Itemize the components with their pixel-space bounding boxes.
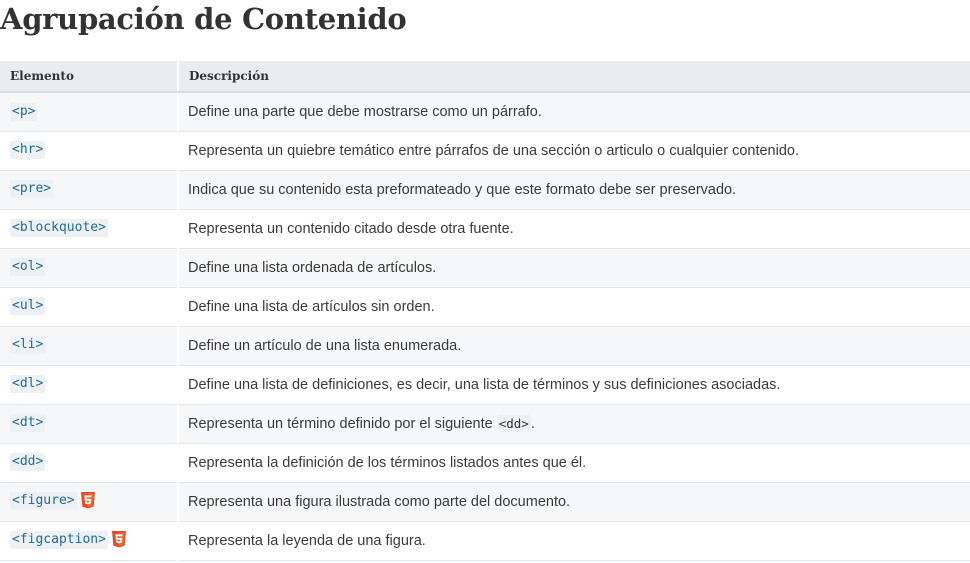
table-row: <hr> Representa un quiebre temático entr… (0, 131, 970, 171)
description-text: Representa un término definido por el si… (188, 416, 497, 432)
element-cell: <pre> (0, 170, 179, 210)
table-row: <p> Define una parte que debe mostrarse … (0, 92, 970, 132)
description-cell: Representa un contenido citado desde otr… (178, 209, 970, 249)
element-cell: <ol> (0, 248, 179, 288)
element-tag: <dt> (10, 414, 46, 433)
description-cell: Representa la leyenda de una figura. (178, 521, 970, 561)
description-cell: Define una lista ordenada de artículos. (178, 248, 970, 288)
element-cell: <dd> (0, 443, 179, 483)
element-tag: <figcaption> (10, 531, 108, 550)
table-row: <ol> Define una lista ordenada de artícu… (0, 248, 970, 288)
description-cell: Define una parte que debe mostrarse como… (178, 92, 970, 132)
table-row: <dt> Representa un término definido por … (0, 404, 970, 444)
element-cell: <blockquote> (0, 209, 179, 249)
element-tag: <dl> (10, 375, 46, 394)
element-cell: <ul> (0, 287, 179, 327)
element-tag: <dd> (10, 453, 46, 472)
element-cell: <figcaption> (0, 521, 179, 561)
column-header-element: Elemento (0, 61, 179, 93)
element-tag: <li> (10, 336, 46, 355)
description-cell: Define un artículo de una lista enumerad… (178, 326, 970, 366)
description-text-end: . (530, 416, 535, 432)
description-cell: Representa la definición de los términos… (178, 443, 970, 483)
element-tag: <p> (10, 102, 38, 121)
table-row: <blockquote> Representa un contenido cit… (0, 209, 970, 249)
page-title: Agrupación de Contenido (0, 2, 407, 36)
element-tag: <hr> (10, 141, 46, 160)
element-tag: <blockquote> (10, 219, 108, 238)
table-row: <ul> Define una lista de artículos sin o… (0, 287, 970, 327)
description-cell: Representa un quiebre temático entre pár… (178, 131, 970, 171)
table-row: <figcaption> Representa la leyenda de un… (0, 521, 970, 561)
element-cell: <dl> (0, 365, 179, 405)
table-row: <figure> Representa una figura ilustrada… (0, 482, 970, 522)
element-tag: <ol> (10, 258, 46, 277)
element-cell: <p> (0, 92, 179, 132)
description-cell: Representa una figura ilustrada como par… (178, 482, 970, 522)
description-cell: Indica que su contenido esta preformatea… (178, 170, 970, 210)
html5-icon (111, 530, 126, 548)
table-row: <li> Define un artículo de una lista enu… (0, 326, 970, 366)
element-tag: <figure> (10, 492, 77, 511)
column-header-description: Descripción (178, 61, 970, 93)
element-cell: <dt> (0, 404, 179, 444)
element-tag: <ul> (10, 297, 46, 316)
description-cell: Define una lista de definiciones, es dec… (178, 365, 970, 405)
inline-code: <dd> (496, 415, 531, 432)
table-row: <dl> Define una lista de definiciones, e… (0, 365, 970, 405)
table-row: <pre> Indica que su contenido esta prefo… (0, 170, 970, 210)
description-cell: Representa un término definido por el si… (178, 404, 970, 444)
table-body: <p> Define una parte que debe mostrarse … (0, 92, 970, 561)
description-cell: Define una lista de artículos sin orden. (178, 287, 970, 327)
element-cell: <figure> (0, 482, 179, 522)
element-cell: <hr> (0, 131, 179, 171)
table-header-row: Elemento Descripción (0, 61, 970, 93)
element-cell: <li> (0, 326, 179, 366)
elements-table: Elemento Descripción <p> Define una part… (0, 61, 970, 561)
html5-icon (80, 491, 95, 509)
element-tag: <pre> (10, 180, 54, 199)
table-row: <dd> Representa la definición de los tér… (0, 443, 970, 483)
